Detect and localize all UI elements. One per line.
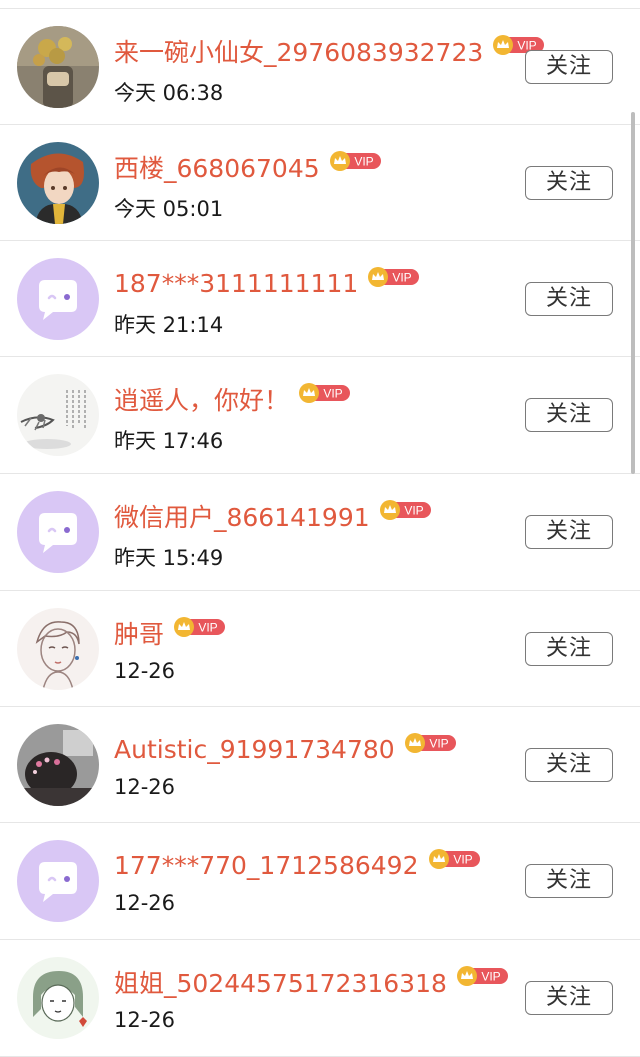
avatar[interactable] [17, 258, 99, 340]
timestamp: 昨天 15:49 [114, 546, 224, 570]
follower-list: 来一碗小仙女_2976083932723 VIP 今天 06:38 关注 西楼_… [0, 0, 640, 1057]
list-item[interactable]: 肿哥 VIP 12-26 关注 [0, 590, 640, 706]
user-name[interactable]: 逍遥人，你好！ [114, 381, 289, 417]
vip-label: VIP [198, 621, 217, 635]
avatar[interactable] [17, 374, 99, 456]
follow-button[interactable]: 关注 [525, 632, 613, 666]
follow-button[interactable]: 关注 [525, 981, 613, 1015]
user-name[interactable]: 来一碗小仙女_2976083932723 [114, 33, 483, 69]
vip-badge: VIP [367, 266, 421, 288]
timestamp: 12-26 [114, 775, 176, 799]
avatar[interactable] [17, 608, 99, 690]
user-name-line: 来一碗小仙女_2976083932723 VIP [114, 31, 546, 71]
user-name-line: 187***3111111111 VIP [114, 263, 421, 303]
avatar[interactable] [17, 26, 99, 108]
vip-label: VIP [429, 737, 448, 751]
avatar[interactable] [17, 957, 99, 1039]
follow-button[interactable]: 关注 [525, 166, 613, 200]
vip-label: VIP [393, 271, 412, 285]
timestamp: 昨天 21:14 [114, 313, 224, 337]
avatar[interactable] [17, 491, 99, 573]
vip-label: VIP [404, 504, 423, 518]
timestamp: 12-26 [114, 1008, 176, 1032]
vip-badge: VIP [298, 382, 352, 404]
user-name-line: 肿哥 VIP [114, 613, 227, 653]
user-name[interactable]: 姐姐_50244575172316318 [114, 964, 447, 1000]
avatar[interactable] [17, 724, 99, 806]
vip-badge: VIP [329, 150, 383, 172]
user-name[interactable]: 187***3111111111 [114, 269, 358, 298]
list-item[interactable]: 微信用户_866141991 VIP 昨天 15:49 关注 [0, 473, 640, 589]
vip-label: VIP [453, 853, 472, 867]
user-name[interactable]: 微信用户_866141991 [114, 498, 370, 534]
vip-label: VIP [323, 387, 342, 401]
timestamp: 昨天 17:46 [114, 429, 224, 453]
user-name-line: 逍遥人，你好！ VIP [114, 379, 352, 419]
timestamp: 12-26 [114, 659, 176, 683]
list-item[interactable]: 187***3111111111 VIP 昨天 21:14 关注 [0, 240, 640, 356]
user-name-line: Autistic_91991734780 VIP [114, 729, 458, 769]
list-item[interactable]: 来一碗小仙女_2976083932723 VIP 今天 06:38 关注 [0, 8, 640, 124]
scrollbar[interactable] [631, 112, 635, 474]
vip-badge: VIP [456, 965, 510, 987]
vip-label: VIP [481, 970, 500, 984]
vip-badge: VIP [379, 499, 433, 521]
user-name-line: 微信用户_866141991 VIP [114, 496, 433, 536]
follow-button[interactable]: 关注 [525, 282, 613, 316]
follow-button[interactable]: 关注 [525, 864, 613, 898]
vip-badge: VIP [404, 732, 458, 754]
list-item[interactable]: 姐姐_50244575172316318 VIP 12-26 关注 [0, 939, 640, 1055]
user-name-line: 西楼_668067045 VIP [114, 147, 383, 187]
user-name[interactable]: 177***770_1712586492 [114, 851, 419, 880]
vip-label: VIP [354, 155, 373, 169]
vip-badge: VIP [173, 616, 227, 638]
follow-button[interactable]: 关注 [525, 50, 613, 84]
list-item[interactable]: 177***770_1712586492 VIP 12-26 关注 [0, 822, 640, 938]
user-name-line: 姐姐_50244575172316318 VIP [114, 962, 510, 1002]
avatar[interactable] [17, 840, 99, 922]
list-item[interactable]: 西楼_668067045 VIP 今天 05:01 关注 [0, 124, 640, 240]
user-name[interactable]: 西楼_668067045 [114, 149, 320, 185]
list-item[interactable]: Autistic_91991734780 VIP 12-26 关注 [0, 706, 640, 822]
vip-badge: VIP [428, 848, 482, 870]
list-item[interactable]: 逍遥人，你好！ VIP 昨天 17:46 关注 [0, 356, 640, 472]
user-name[interactable]: Autistic_91991734780 [114, 735, 395, 764]
user-name-line: 177***770_1712586492 VIP [114, 845, 482, 885]
follow-button[interactable]: 关注 [525, 398, 613, 432]
timestamp: 今天 05:01 [114, 197, 224, 221]
timestamp: 今天 06:38 [114, 81, 224, 105]
avatar[interactable] [17, 142, 99, 224]
user-name[interactable]: 肿哥 [114, 615, 164, 651]
follow-button[interactable]: 关注 [525, 748, 613, 782]
timestamp: 12-26 [114, 891, 176, 915]
follow-button[interactable]: 关注 [525, 515, 613, 549]
